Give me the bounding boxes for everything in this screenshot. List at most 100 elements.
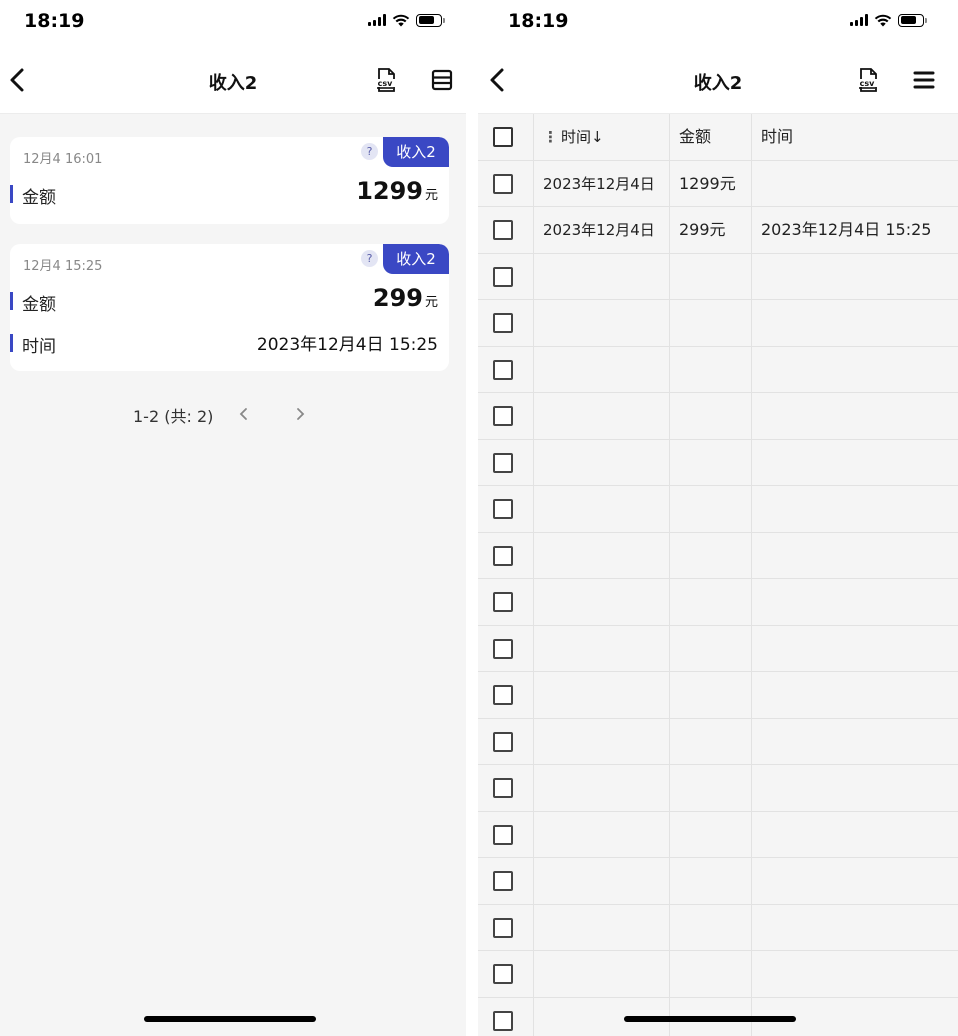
table-cell[interactable]	[534, 486, 670, 533]
table-cell[interactable]	[534, 811, 670, 858]
table-cell[interactable]: 1299元	[670, 160, 752, 207]
table-cell[interactable]	[670, 904, 752, 951]
table-cell[interactable]	[670, 811, 752, 858]
csv-icon[interactable]: csv	[374, 67, 398, 93]
table-cell[interactable]	[752, 486, 958, 533]
table-row-empty[interactable]	[478, 904, 958, 951]
table-row-empty[interactable]	[478, 486, 958, 533]
table-cell[interactable]	[534, 625, 670, 672]
table-cell[interactable]	[752, 858, 958, 905]
menu-icon[interactable]	[912, 68, 936, 92]
table-row-empty[interactable]	[478, 439, 958, 487]
table-row-empty[interactable]	[478, 765, 958, 812]
table-row-empty[interactable]	[478, 579, 958, 626]
table-cell[interactable]	[752, 719, 958, 766]
row-checkbox[interactable]	[493, 592, 513, 612]
row-checkbox[interactable]	[493, 638, 513, 659]
table-cell[interactable]	[534, 858, 670, 905]
table-cell[interactable]	[534, 532, 670, 579]
table-cell[interactable]	[534, 253, 670, 300]
table-cell[interactable]	[752, 765, 958, 812]
table-cell[interactable]	[752, 254, 958, 301]
chevron-right-icon[interactable]	[290, 404, 310, 424]
table-row-empty[interactable]	[478, 951, 958, 998]
row-checkbox[interactable]	[493, 685, 513, 705]
table-cell[interactable]	[670, 346, 752, 393]
row-checkbox[interactable]	[493, 173, 513, 194]
table-cell[interactable]	[752, 626, 958, 673]
chevron-left-icon[interactable]	[234, 404, 254, 424]
row-checkbox[interactable]	[493, 499, 513, 519]
table-row[interactable]: 2023年12月4日 1299元	[478, 160, 958, 208]
table-cell[interactable]	[670, 439, 752, 486]
row-checkbox[interactable]	[493, 545, 513, 566]
table-cell[interactable]	[752, 161, 958, 208]
table-cell[interactable]	[670, 253, 752, 300]
table-cell[interactable]	[534, 765, 670, 812]
table-cell[interactable]	[534, 951, 670, 998]
column-menu-icon[interactable]: ⋮	[543, 114, 561, 160]
table-cell[interactable]	[670, 672, 752, 719]
row-checkbox[interactable]	[493, 917, 513, 938]
row-checkbox[interactable]	[493, 871, 513, 891]
table-row-empty[interactable]	[478, 672, 958, 719]
row-checkbox[interactable]	[493, 220, 513, 240]
table-cell[interactable]	[534, 672, 670, 719]
table-cell[interactable]	[534, 393, 670, 440]
table-row[interactable]: 2023年12月4日 299元 2023年12月4日 15:25	[478, 207, 958, 254]
table-cell[interactable]	[670, 393, 752, 440]
table-cell[interactable]: 2023年12月4日 15:25	[752, 207, 958, 254]
table-cell[interactable]	[752, 579, 958, 626]
list-view-icon[interactable]	[430, 68, 454, 92]
table-cell[interactable]	[670, 532, 752, 579]
row-checkbox[interactable]	[493, 406, 513, 426]
table-cell[interactable]	[670, 765, 752, 812]
table-row-empty[interactable]	[478, 253, 958, 301]
table-row-empty[interactable]	[478, 811, 958, 858]
table-cell[interactable]: 2023年12月4日	[534, 160, 670, 207]
table-cell[interactable]	[752, 533, 958, 580]
record-card[interactable]: 12月4 15:25 ? 收入2 金额 299 元 时间 2023年12月4日 1…	[10, 244, 449, 371]
table-cell[interactable]	[670, 718, 752, 765]
table-cell[interactable]	[752, 672, 958, 719]
table-cell[interactable]	[752, 951, 958, 998]
table-cell[interactable]	[752, 393, 958, 440]
row-checkbox[interactable]	[493, 731, 513, 752]
record-card[interactable]: 12月4 16:01 ? 收入2 金额 1299 元	[10, 137, 449, 224]
row-checkbox[interactable]	[493, 964, 513, 984]
row-checkbox[interactable]	[493, 359, 513, 380]
column-header[interactable]: 时间	[752, 114, 958, 161]
table-row-empty[interactable]	[478, 532, 958, 580]
column-header[interactable]: ⋮ 时间↓	[534, 114, 670, 161]
table-row-empty[interactable]	[478, 346, 958, 393]
table-cell[interactable]	[670, 625, 752, 672]
table-row-empty[interactable]	[478, 718, 958, 766]
table-cell[interactable]	[534, 718, 670, 765]
table-cell[interactable]	[534, 579, 670, 626]
table-row-empty[interactable]	[478, 625, 958, 673]
row-checkbox[interactable]	[493, 1010, 513, 1031]
table-cell[interactable]	[534, 439, 670, 486]
column-header[interactable]: 金额	[670, 114, 752, 161]
row-checkbox[interactable]	[493, 778, 513, 798]
table-cell[interactable]	[534, 300, 670, 347]
table-cell[interactable]	[670, 951, 752, 998]
table-row-empty[interactable]	[478, 300, 958, 347]
table-cell[interactable]	[670, 579, 752, 626]
row-checkbox[interactable]	[493, 824, 513, 845]
row-checkbox[interactable]	[493, 266, 513, 287]
table-cell[interactable]	[670, 858, 752, 905]
table-row-empty[interactable]	[478, 393, 958, 440]
table-cell[interactable]	[534, 904, 670, 951]
help-icon[interactable]: ?	[361, 143, 378, 160]
table-cell[interactable]: 299元	[670, 207, 752, 254]
table-cell[interactable]	[752, 440, 958, 487]
table-cell[interactable]	[670, 300, 752, 347]
help-icon[interactable]: ?	[361, 250, 378, 267]
table-cell[interactable]: 2023年12月4日	[534, 207, 670, 254]
select-all-checkbox[interactable]	[493, 127, 513, 147]
table-cell[interactable]	[670, 486, 752, 533]
table-cell[interactable]	[534, 346, 670, 393]
row-checkbox[interactable]	[493, 452, 513, 473]
csv-icon[interactable]: csv	[856, 67, 880, 93]
